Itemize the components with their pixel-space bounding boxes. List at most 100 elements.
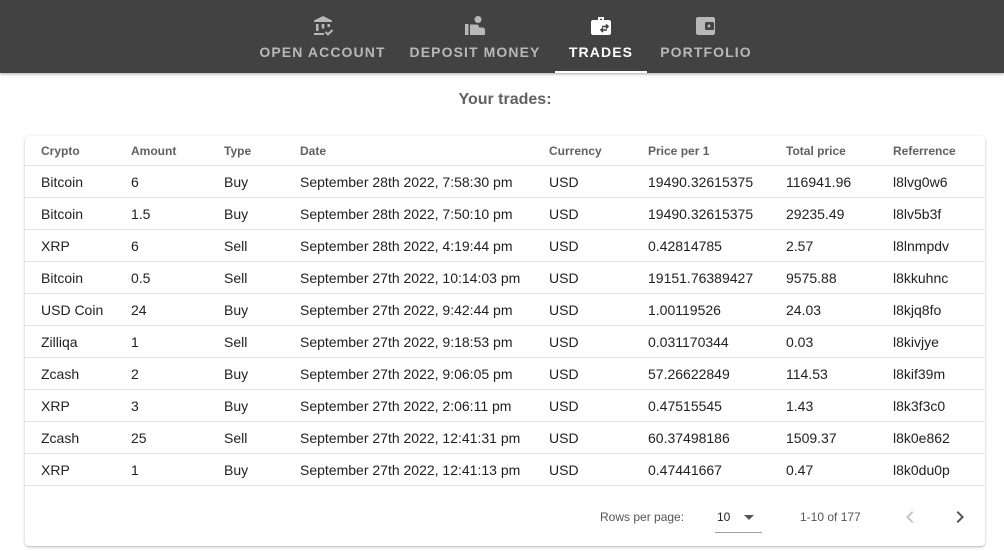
rows-per-page-value: 10 [717,510,731,524]
cell-amount: 1 [131,461,139,478]
cell-amount: 1.5 [131,205,151,222]
table-row: Zilliqa 1 Sell September 27th 2022, 9:18:53… [25,326,985,358]
cell-total-price: 1.43 [786,397,814,414]
cell-currency: USD [549,461,579,478]
cell-total-price: 29235.49 [786,205,845,222]
column-header-price-per-1[interactable]: Price per 1 [648,136,709,165]
cell-reference: l8k0du0p [893,461,950,478]
chevron-right-icon[interactable] [948,505,972,529]
cell-type: Buy [224,205,249,222]
cell-reference: l8kif39m [893,365,946,382]
cell-currency: USD [549,397,579,414]
cell-total-price: 2.57 [786,237,814,254]
cell-total-price: 0.03 [786,333,814,350]
cell-crypto: XRP [41,461,70,478]
cell-price-per-1: 19490.32615375 [648,205,754,222]
column-header-reference[interactable]: Referrence [893,136,956,165]
cell-type: Sell [224,269,248,286]
tab-open-account[interactable]: OPEN ACCOUNT [250,0,395,73]
cell-type: Buy [224,173,249,190]
tab-trades[interactable]: TRADES [555,0,647,73]
cell-amount: 2 [131,365,139,382]
cell-type: Sell [224,429,248,446]
cell-currency: USD [549,333,579,350]
cell-total-price: 24.03 [786,301,822,318]
rows-per-page-select[interactable]: 10 [715,501,762,533]
trades-card: Crypto Amount Type Date Currency Price p… [25,136,985,546]
deposit-icon [465,16,485,35]
rows-per-page-label: Rows per page: [600,510,685,524]
cell-price-per-1: 0.031170344 [648,333,729,350]
table-row: Zcash 25 Sell September 27th 2022, 12:41:31… [25,422,985,454]
tab-portfolio[interactable]: PORTFOLIO [647,0,765,73]
tab-deposit-money[interactable]: DEPOSIT MONEY [395,0,555,73]
pagination-range: 1-10 of 177 [800,510,861,524]
cell-total-price: 9575.88 [786,269,837,286]
table-row: USD Coin 24 Buy September 27th 2022, 9:42:4… [25,294,985,326]
cell-price-per-1: 19151.76389427 [648,269,754,286]
cell-total-price: 1509.37 [786,429,837,446]
cell-price-per-1: 0.47441667 [648,461,722,478]
cell-currency: USD [549,269,579,286]
cell-price-per-1: 57.26622849 [648,365,730,382]
cell-date: September 27th 2022, 12:41:13 pm [300,461,521,478]
cell-total-price: 116941.96 [786,173,852,190]
table-row: Zcash 2 Buy September 27th 2022, 9:06:05 pm… [25,358,985,390]
cell-total-price: 114.53 [786,365,828,382]
cell-date: September 28th 2022, 7:50:10 pm [300,205,513,222]
cell-date: September 27th 2022, 10:14:03 pm [300,269,521,286]
column-header-currency[interactable]: Currency [549,136,602,165]
page-title: Your trades: [458,91,552,108]
cell-price-per-1: 0.42814785 [648,237,722,254]
cell-crypto: Zcash [41,429,80,446]
cell-date: September 27th 2022, 9:42:44 pm [300,301,513,318]
cell-currency: USD [549,429,579,446]
cell-type: Buy [224,461,249,478]
cell-date: September 27th 2022, 2:06:11 pm [300,397,512,414]
cell-amount: 24 [131,301,147,318]
cell-price-per-1: 60.37498186 [648,429,730,446]
cell-reference: l8kjq8fo [893,301,942,318]
trades-table: Crypto Amount Type Date Currency Price p… [25,136,985,486]
column-header-type[interactable]: Type [224,136,251,165]
cell-amount: 3 [131,397,139,414]
cell-type: Buy [224,397,249,414]
caret-down-icon [744,515,754,520]
cell-total-price: 0.47 [786,461,814,478]
column-header-amount[interactable]: Amount [131,136,176,165]
tab-label: OPEN ACCOUNT [259,44,386,60]
tab-label: DEPOSIT MONEY [409,44,541,60]
tab-label: TRADES [568,44,634,60]
cell-crypto: XRP [41,237,70,254]
cell-type: Buy [224,365,249,382]
wallet-icon [696,17,715,35]
column-header-crypto[interactable]: Crypto [41,136,80,165]
cell-reference: l8lnmpdv [893,237,950,254]
cell-crypto: XRP [41,397,70,414]
cell-currency: USD [549,205,579,222]
cell-date: September 27th 2022, 12:41:31 pm [300,429,521,446]
table-row: Bitcoin 1.5 Buy September 28th 2022, 7:50:1… [25,198,985,230]
column-header-total-price[interactable]: Total price [786,136,846,165]
cell-price-per-1: 19490.32615375 [648,173,754,190]
cell-date: September 27th 2022, 9:18:53 pm [300,333,513,350]
cell-reference: l8k0e862 [893,429,950,446]
chevron-left-icon[interactable] [898,505,922,529]
top-nav-bar: OPEN ACCOUNT DEPOSIT MONEY TRADES PORTFO… [0,0,1004,73]
cell-price-per-1: 0.47515545 [648,397,722,414]
cell-price-per-1: 1.00119526 [648,301,721,318]
cell-crypto: Bitcoin [41,269,84,286]
cell-currency: USD [549,301,579,318]
column-header-date[interactable]: Date [300,136,326,165]
cell-crypto: Zcash [41,365,80,382]
cell-reference: l8kkuhnc [893,269,949,286]
table-row: Bitcoin 6 Buy September 28th 2022, 7:58:30 … [25,166,985,198]
cell-crypto: USD Coin [41,301,104,318]
table-row: Bitcoin 0.5 Sell September 27th 2022, 10:14… [25,262,985,294]
cell-type: Sell [224,237,248,254]
table-header-row: Crypto Amount Type Date Currency Price p… [25,136,985,166]
cell-date: September 27th 2022, 9:06:05 pm [300,365,513,382]
cell-amount: 6 [131,173,139,190]
briefcase-icon [591,17,611,35]
table-row: XRP 3 Buy September 27th 2022, 2:06:11 pm US… [25,390,985,422]
